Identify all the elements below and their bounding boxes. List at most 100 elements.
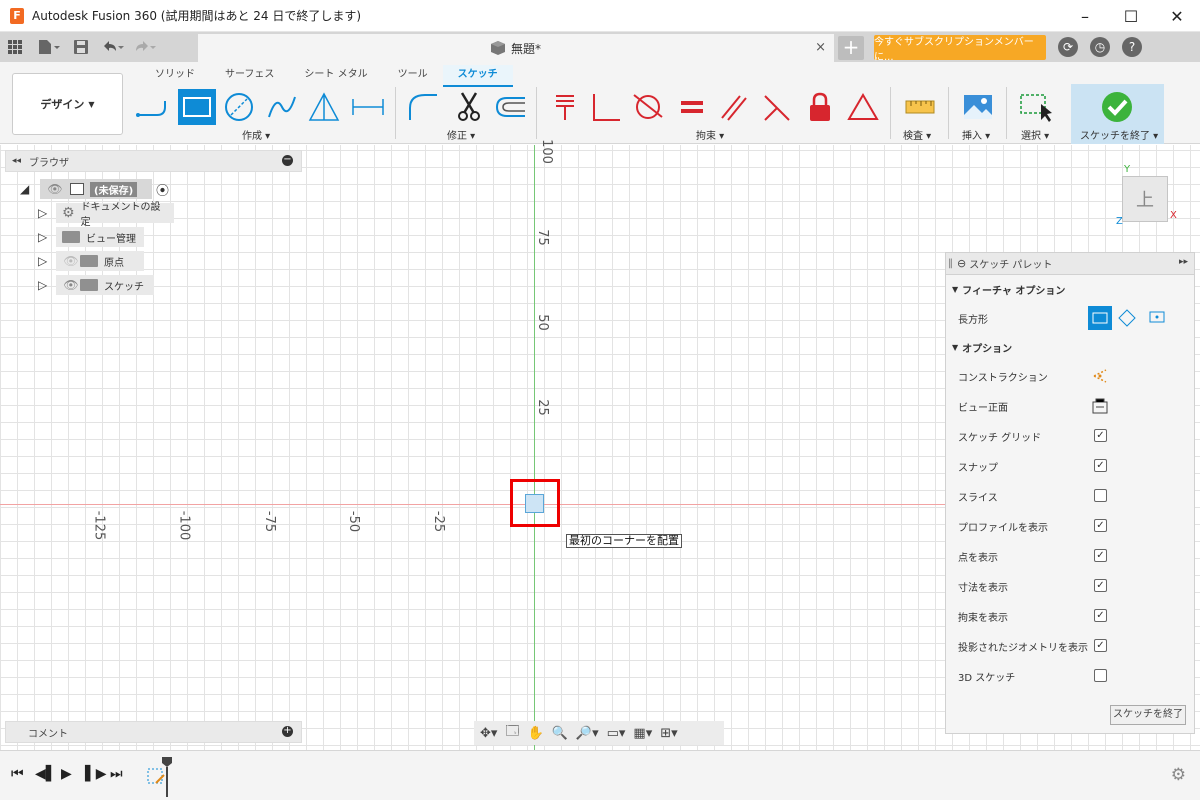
activate-radio-icon[interactable]: ⦿ bbox=[156, 180, 169, 199]
two-point-rectangle-icon[interactable] bbox=[1088, 306, 1112, 330]
close-tab-icon[interactable]: × bbox=[815, 40, 826, 55]
subscribe-button[interactable]: 今すぐサブスクリプションメンバーに... bbox=[874, 35, 1046, 63]
grid-settings-icon[interactable]: ▦▾ bbox=[633, 726, 652, 741]
comment-panel-header[interactable]: コメント + bbox=[5, 721, 302, 743]
equal-constraint-icon[interactable] bbox=[674, 89, 710, 125]
tab-sketch[interactable]: スケッチ bbox=[442, 65, 513, 87]
tree-item-named-views[interactable]: ▷ ビュー管理 bbox=[38, 227, 144, 247]
redo-icon[interactable] bbox=[134, 36, 156, 58]
parallel-constraint-icon[interactable] bbox=[716, 89, 752, 125]
new-tab-button[interactable]: + bbox=[838, 36, 864, 60]
insert-image-icon[interactable] bbox=[960, 89, 996, 125]
finish-sketch-label[interactable]: スケッチを終了 ▾ bbox=[1080, 127, 1158, 142]
fix-constraint-icon[interactable] bbox=[547, 89, 583, 125]
close-window-button[interactable]: ✕ bbox=[1154, 0, 1200, 32]
expand-palette-icon[interactable]: ▸▸ bbox=[1179, 257, 1188, 267]
document-tab[interactable]: 無題* × bbox=[198, 34, 834, 62]
options-section[interactable]: ▼ オプション bbox=[946, 333, 1194, 361]
play-icon[interactable]: ▶ bbox=[61, 766, 72, 782]
viewcube-face-label[interactable]: 上 bbox=[1136, 186, 1154, 212]
eye-icon[interactable]: 👁 bbox=[62, 278, 80, 292]
construction-icon[interactable] bbox=[1092, 368, 1108, 387]
history-clock-icon[interactable]: ◷ bbox=[1090, 37, 1110, 57]
trim-scissors-icon[interactable] bbox=[451, 89, 487, 125]
tree-item-sketches[interactable]: ▷ 👁 スケッチ bbox=[38, 275, 154, 295]
timeline-settings-gear-icon[interactable]: ⚙ bbox=[1171, 765, 1186, 785]
step-back-icon[interactable]: ◀▌ bbox=[35, 766, 57, 782]
line-tool-icon[interactable] bbox=[134, 89, 170, 125]
file-menu-icon[interactable] bbox=[38, 36, 60, 58]
modify-group-label[interactable]: 修正 ▾ bbox=[447, 127, 475, 142]
option-checkbox[interactable]: ✓ bbox=[1094, 459, 1107, 472]
viewports-icon[interactable]: ⊞▾ bbox=[660, 726, 677, 741]
maximize-button[interactable]: ☐ bbox=[1108, 0, 1154, 32]
eye-icon[interactable]: 👁 bbox=[46, 182, 64, 196]
timeline-marker-icon[interactable] bbox=[162, 757, 172, 800]
jobs-status-icon[interactable]: ⟳ bbox=[1058, 37, 1078, 57]
finish-sketch-check-icon[interactable] bbox=[1099, 89, 1135, 125]
tree-item-document-settings[interactable]: ▷ ⚙ ドキュメントの設定 bbox=[38, 202, 174, 228]
option-checkbox[interactable]: ✓ bbox=[1094, 519, 1107, 532]
palette-header[interactable]: ‖ ⊖ スケッチ パレット ▸▸ bbox=[946, 253, 1194, 275]
insert-group-label[interactable]: 挿入 ▾ bbox=[962, 127, 990, 142]
minimize-panel-icon[interactable]: − bbox=[282, 155, 293, 166]
look-at-icon[interactable] bbox=[1092, 398, 1108, 417]
display-settings-icon[interactable]: ▭▾ bbox=[607, 726, 626, 741]
option-checkbox[interactable] bbox=[1094, 669, 1107, 682]
tree-root[interactable]: ◢ 👁 (未保存) ⦿ bbox=[20, 179, 169, 199]
apps-grid-icon[interactable] bbox=[4, 36, 26, 58]
center-rectangle-icon[interactable] bbox=[1149, 311, 1165, 326]
minimize-palette-icon[interactable]: ⊖ bbox=[957, 257, 966, 270]
option-checkbox[interactable]: ✓ bbox=[1094, 609, 1107, 622]
collapse-panel-icon[interactable]: ◂◂ bbox=[12, 156, 21, 166]
tab-tools[interactable]: ツール bbox=[383, 65, 443, 87]
collapse-triangle-icon[interactable]: ▼ bbox=[952, 285, 958, 294]
expand-triangle-icon[interactable]: ▷ bbox=[38, 230, 52, 244]
option-checkbox[interactable]: ✓ bbox=[1094, 429, 1107, 442]
option-checkbox[interactable]: ✓ bbox=[1094, 549, 1107, 562]
inspect-group-label[interactable]: 検査 ▾ bbox=[903, 127, 931, 142]
viewcube[interactable]: 上 bbox=[1122, 176, 1168, 222]
perpendicular-constraint-icon[interactable] bbox=[588, 89, 624, 125]
tab-sheet-metal[interactable]: シート メタル bbox=[289, 65, 382, 87]
go-to-end-icon[interactable]: ⏭ bbox=[110, 766, 123, 782]
step-forward-icon[interactable]: ▌▶ bbox=[85, 766, 107, 782]
fillet-tool-icon[interactable] bbox=[405, 89, 441, 125]
polygon-tool-icon[interactable] bbox=[306, 89, 342, 125]
browser-panel-header[interactable]: ◂◂ ブラウザ − bbox=[5, 150, 302, 172]
feature-options-section[interactable]: ▼ フィーチャ オプション bbox=[946, 275, 1194, 303]
undo-icon[interactable] bbox=[102, 36, 124, 58]
create-group-label[interactable]: 作成 ▾ bbox=[242, 127, 270, 142]
triangle-constraint-icon[interactable] bbox=[845, 89, 881, 125]
expand-triangle-icon[interactable]: ◢ bbox=[20, 182, 34, 196]
orbit-icon[interactable]: ✥▾ bbox=[480, 726, 497, 741]
select-group-label[interactable]: 選択 ▾ bbox=[1021, 127, 1049, 142]
tab-solid[interactable]: ソリッド bbox=[140, 65, 210, 87]
measure-ruler-icon[interactable] bbox=[902, 89, 938, 125]
look-at-icon[interactable]: 🗔 bbox=[505, 722, 519, 744]
expand-triangle-icon[interactable]: ▷ bbox=[38, 206, 52, 220]
drag-handle-icon[interactable]: ‖ bbox=[948, 258, 953, 269]
fit-zoom-icon[interactable]: 🔎▾ bbox=[576, 726, 599, 741]
coincident-constraint-icon[interactable] bbox=[759, 89, 795, 125]
arc-tool-icon[interactable] bbox=[264, 89, 300, 125]
slot-tool-icon[interactable] bbox=[350, 89, 386, 125]
minimize-button[interactable]: – bbox=[1062, 0, 1108, 32]
add-comment-icon[interactable]: + bbox=[282, 726, 293, 737]
option-checkbox[interactable]: ✓ bbox=[1094, 579, 1107, 592]
collapse-triangle-icon[interactable]: ▼ bbox=[952, 343, 958, 352]
palette-finish-sketch-button[interactable]: スケッチを終了 bbox=[1110, 705, 1186, 725]
rectangle-tool-icon[interactable] bbox=[178, 89, 216, 125]
eye-hidden-icon[interactable]: 👁 bbox=[62, 254, 80, 268]
tree-item-origin[interactable]: ▷ 👁 原点 bbox=[38, 251, 144, 271]
lock-constraint-icon[interactable] bbox=[802, 89, 838, 125]
pan-hand-icon[interactable]: ✋ bbox=[528, 726, 544, 741]
option-checkbox[interactable]: ✓ bbox=[1094, 639, 1107, 652]
circle-tool-icon[interactable] bbox=[221, 89, 257, 125]
zoom-icon[interactable]: 🔍 bbox=[552, 726, 568, 741]
expand-triangle-icon[interactable]: ▷ bbox=[38, 254, 52, 268]
go-to-start-icon[interactable]: ⏮ bbox=[11, 766, 24, 782]
constrain-group-label[interactable]: 拘束 ▾ bbox=[696, 127, 724, 142]
offset-tool-icon[interactable] bbox=[492, 89, 528, 125]
workspace-selector[interactable]: デザイン ▼ bbox=[12, 73, 123, 135]
